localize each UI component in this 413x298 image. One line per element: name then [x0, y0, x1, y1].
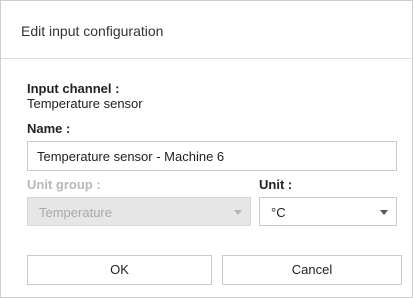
dialog-title: Edit input configuration: [21, 23, 164, 39]
input-channel-label: Input channel :: [27, 81, 120, 96]
name-label: Name :: [27, 121, 71, 136]
ok-button[interactable]: OK: [27, 255, 212, 285]
unit-select[interactable]: °C: [259, 197, 397, 226]
input-channel-value: Temperature sensor: [27, 96, 143, 111]
chevron-down-icon: [234, 210, 242, 215]
name-input[interactable]: [27, 141, 397, 171]
unit-label: Unit :: [259, 177, 293, 192]
edit-input-dialog: Edit input configuration Input channel :…: [0, 0, 413, 298]
cancel-button[interactable]: Cancel: [222, 255, 402, 285]
unit-selected-value: °C: [271, 205, 286, 220]
dialog-header: Edit input configuration: [1, 1, 412, 59]
unit-group-label: Unit group :: [27, 177, 101, 192]
chevron-down-icon[interactable]: [380, 210, 388, 215]
unit-group-select: Temperature: [27, 197, 251, 226]
unit-group-selected-value: Temperature: [39, 205, 112, 220]
